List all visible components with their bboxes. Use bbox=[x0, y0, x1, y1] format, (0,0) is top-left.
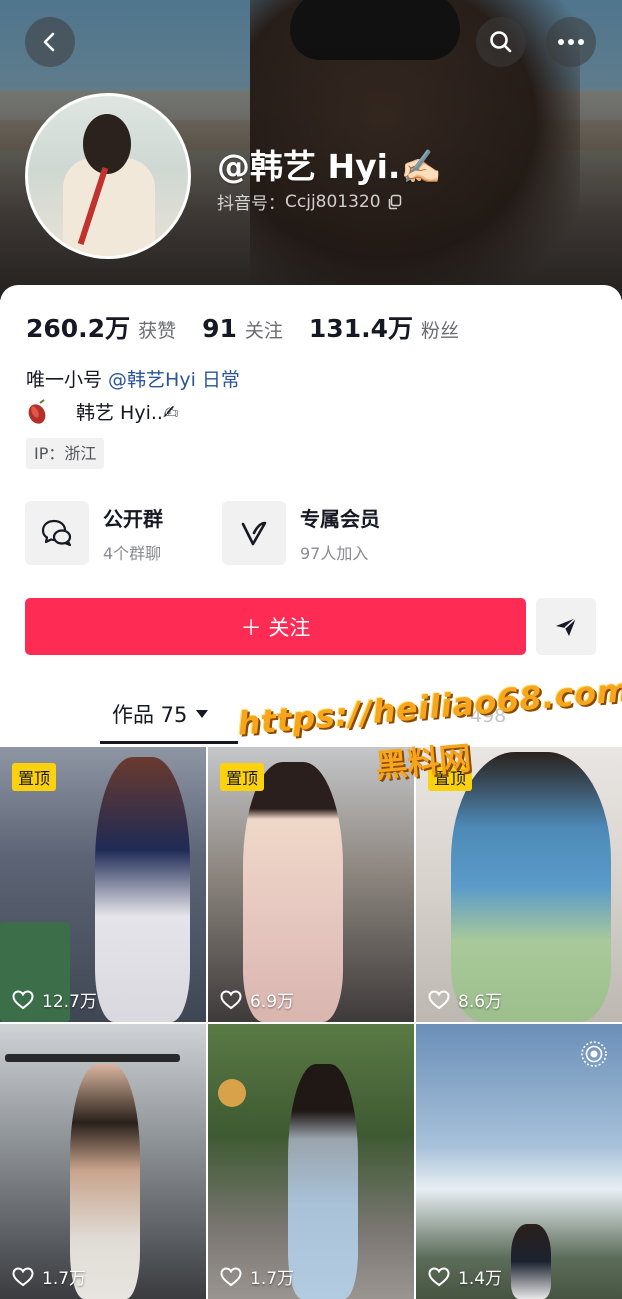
chat-bubbles-icon bbox=[41, 519, 72, 547]
video-thumbnail-bar bbox=[5, 1054, 180, 1062]
video-tile[interactable]: 置顶 12.7万 bbox=[0, 747, 206, 1022]
video-tile[interactable]: 1.4万 bbox=[416, 1024, 622, 1299]
exclusive-member-title: 专属会员 bbox=[300, 506, 380, 531]
member-v-icon bbox=[241, 521, 267, 546]
following-label[interactable]: 关注 bbox=[245, 316, 283, 343]
video-tile[interactable]: 1.7万 bbox=[208, 1024, 414, 1299]
bio-prefix: 唯一小号 bbox=[26, 369, 109, 391]
likes-label: 获赞 bbox=[138, 320, 177, 342]
tab-works[interactable]: 作品 75 bbox=[112, 699, 209, 729]
search-icon bbox=[490, 31, 512, 53]
heart-outline-icon bbox=[12, 1266, 34, 1286]
avatar[interactable] bbox=[25, 93, 191, 259]
heart-outline-icon bbox=[220, 989, 242, 1009]
tab-active-indicator bbox=[100, 741, 238, 744]
member-icon-box bbox=[222, 501, 286, 565]
video-likes-count: 1.7万 bbox=[42, 1269, 87, 1289]
video-thumbnail-figure bbox=[243, 762, 343, 1022]
stats-row: 260.2万 获赞 91 关注 131.4万 粉丝 bbox=[26, 309, 485, 345]
douyin-id-value: Ccjj801320 bbox=[285, 191, 381, 212]
send-message-button[interactable] bbox=[536, 598, 596, 655]
copy-icon[interactable] bbox=[387, 194, 403, 210]
more-icon bbox=[558, 39, 584, 45]
video-likes: 8.6万 bbox=[428, 987, 502, 1012]
video-likes-count: 6.9万 bbox=[250, 992, 295, 1012]
more-button[interactable] bbox=[546, 17, 596, 67]
public-group-card[interactable]: 公开群 4个群聊 bbox=[25, 501, 163, 565]
video-thumbnail-figure bbox=[451, 752, 611, 1022]
avatar-figure-head bbox=[83, 114, 131, 174]
exclusive-member-card[interactable]: 专属会员 97人加入 bbox=[222, 501, 380, 565]
douyin-id-label: 抖音号： bbox=[217, 194, 285, 214]
video-likes-count: 1.7万 bbox=[250, 1269, 295, 1289]
video-likes: 6.9万 bbox=[220, 987, 294, 1012]
profile-card: 260.2万 获赞 91 关注 131.4万 粉丝 唯一小号 @韩艺Hyi 日常… bbox=[0, 285, 622, 745]
tab-works-label: 作品 75 bbox=[112, 703, 188, 727]
video-tile[interactable]: 置顶 6.9万 bbox=[208, 747, 414, 1022]
following-count[interactable]: 91 bbox=[202, 314, 237, 343]
bio-text: 韩艺 Hyi..✍ bbox=[76, 402, 179, 424]
exclusive-member-count: 97人加入 bbox=[300, 543, 369, 563]
video-tile[interactable]: 1.7万 bbox=[0, 1024, 206, 1299]
nickname: @韩艺 Hyi.✍🏻 bbox=[217, 147, 442, 186]
video-likes-count: 1.4万 bbox=[458, 1269, 503, 1289]
sweet-potato-emoji-icon bbox=[28, 398, 46, 424]
bio-line-2: 韩艺 Hyi..✍ bbox=[26, 398, 179, 425]
video-likes-count: 8.6万 bbox=[458, 992, 503, 1012]
video-likes: 1.7万 bbox=[12, 1264, 86, 1289]
live-icon bbox=[581, 1041, 607, 1067]
pinned-badge: 置顶 bbox=[12, 763, 57, 791]
back-button[interactable] bbox=[25, 17, 75, 67]
follow-button[interactable]: ＋ 关注 bbox=[25, 598, 526, 655]
video-thumbnail-ornament bbox=[218, 1079, 246, 1107]
video-likes: 1.4万 bbox=[428, 1264, 502, 1289]
pinned-badge: 置顶 bbox=[220, 763, 265, 791]
ip-location-tag: IP：浙江 bbox=[26, 438, 105, 469]
likes-count: 260.2万 bbox=[26, 314, 131, 343]
heart-outline-icon bbox=[428, 1266, 450, 1286]
watermark-site-name: 黑料网 bbox=[373, 738, 473, 786]
video-likes-count: 12.7万 bbox=[42, 992, 97, 1012]
heart-outline-icon bbox=[428, 989, 450, 1009]
video-thumbnail-figure bbox=[95, 757, 190, 1022]
group-icon-box bbox=[25, 501, 89, 565]
douyin-id[interactable]: 抖音号： Ccjj801320 bbox=[217, 189, 403, 214]
heart-outline-icon bbox=[12, 989, 34, 1009]
followers-label[interactable]: 粉丝 bbox=[421, 316, 459, 343]
profile-header: @韩艺 Hyi.✍🏻 抖音号： Ccjj801320 bbox=[0, 0, 622, 300]
bio-mention-link[interactable]: @韩艺Hyi 日常 bbox=[108, 369, 240, 391]
followers-count[interactable]: 131.4万 bbox=[309, 309, 413, 345]
video-likes: 1.7万 bbox=[220, 1264, 294, 1289]
triangle-down-icon bbox=[196, 710, 209, 718]
video-likes: 12.7万 bbox=[12, 987, 97, 1012]
bio-line-1: 唯一小号 @韩艺Hyi 日常 bbox=[26, 365, 240, 392]
video-thumbnail-figure bbox=[511, 1224, 551, 1299]
video-thumbnail-figure bbox=[288, 1064, 358, 1299]
public-group-title: 公开群 bbox=[103, 506, 163, 531]
send-icon bbox=[556, 616, 577, 636]
back-arrow-icon bbox=[43, 32, 55, 52]
search-button[interactable] bbox=[476, 17, 526, 67]
heart-outline-icon bbox=[220, 1266, 242, 1286]
public-group-count: 4个群聊 bbox=[103, 543, 162, 563]
video-tile[interactable]: 置顶 8.6万 bbox=[416, 747, 622, 1022]
